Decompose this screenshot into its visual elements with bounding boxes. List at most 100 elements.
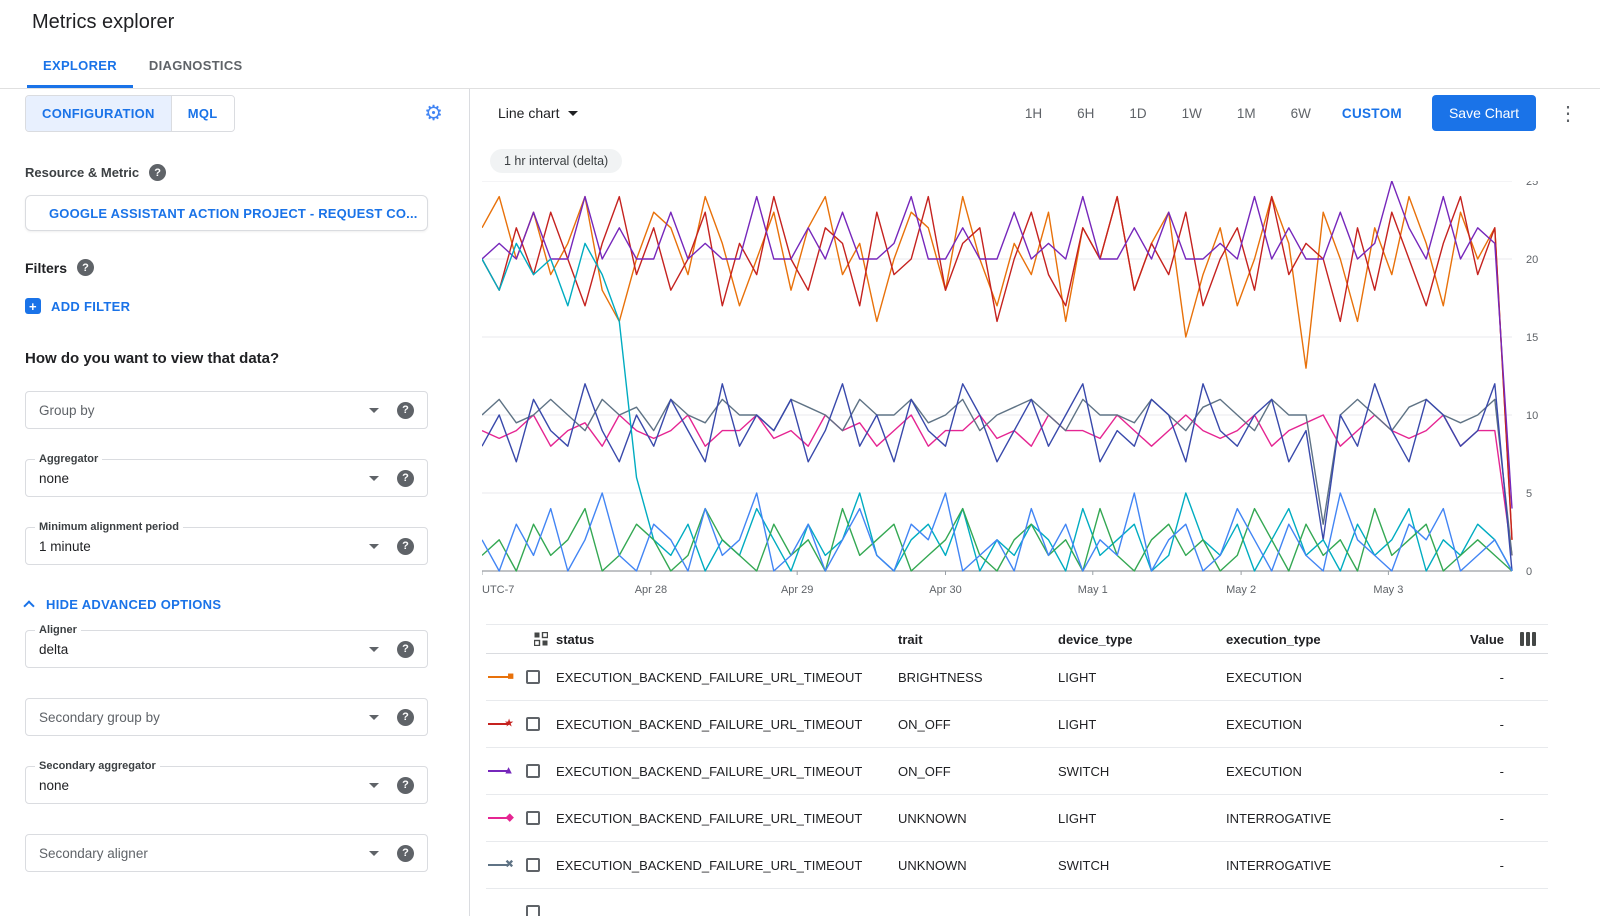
cell-value: - (1426, 764, 1508, 779)
series-key-icon: ◆ (488, 810, 514, 826)
series-key-icon: ✖ (488, 857, 514, 873)
page-title: Metrics explorer (32, 11, 174, 34)
help-icon[interactable]: ? (149, 164, 166, 181)
filters-row: Filters ? (25, 259, 443, 276)
cell-trait: BRIGHTNESS (898, 670, 1058, 685)
svg-text:May 2: May 2 (1226, 584, 1256, 596)
cell-status: EXECUTION_BACKEND_FAILURE_URL_TIMEOUT (556, 858, 898, 873)
row-checkbox[interactable] (526, 764, 540, 778)
legend-grid-icon[interactable] (534, 632, 548, 646)
more-options-button[interactable]: ⋮ (1552, 101, 1584, 126)
help-icon[interactable]: ? (77, 259, 94, 276)
range-1m[interactable]: 1M (1233, 100, 1260, 127)
column-header-device-type[interactable]: device_type (1058, 632, 1226, 647)
table-row: ✖EXECUTION_BACKEND_FAILURE_URL_TIMEOUTUN… (486, 842, 1548, 889)
help-icon[interactable]: ? (397, 402, 414, 419)
resource-metric-label: Resource & Metric (25, 165, 139, 180)
add-filter-button[interactable]: + ADD FILTER (25, 298, 443, 314)
save-chart-button[interactable]: Save Chart (1432, 95, 1536, 131)
help-icon[interactable]: ? (397, 845, 414, 862)
chart-toolbar: Line chart 1H 6H 1D 1W 1M 6W CUSTOM Save Char… (470, 89, 1600, 137)
series-key-icon: ▲ (488, 763, 514, 779)
aligner-label: Aligner (35, 624, 81, 636)
configuration-panel: CONFIGURATION MQL ⚙ Resource & Metric ? … (0, 89, 470, 916)
tab-bar: EXPLORER DIAGNOSTICS (0, 45, 1600, 89)
column-header-trait[interactable]: trait (898, 632, 1058, 647)
table-header: status trait device_type execution_type … (486, 624, 1548, 654)
cell-trait: ON_OFF (898, 717, 1058, 732)
aligner-dropdown[interactable]: Alignerdelta? (25, 630, 428, 668)
chevron-down-icon (369, 647, 379, 652)
aggregator-value: none (39, 471, 69, 486)
chevron-down-icon (369, 851, 379, 856)
main-content: CONFIGURATION MQL ⚙ Resource & Metric ? … (0, 89, 1600, 916)
column-header-execution-type[interactable]: execution_type (1226, 632, 1426, 647)
minimum-alignment-period-dropdown[interactable]: Minimum alignment period1 minute? (25, 527, 428, 565)
series-key-icon: ★ (488, 716, 514, 732)
metric-button-label: GOOGLE ASSISTANT ACTION PROJECT - REQUES… (49, 206, 418, 221)
fields-top: Group by? Aggregatornone? Minimum alignmen… (25, 391, 443, 565)
help-icon[interactable]: ? (397, 641, 414, 658)
svg-text:5: 5 (1526, 488, 1532, 500)
cell-value: - (1426, 717, 1508, 732)
range-1w[interactable]: 1W (1178, 100, 1206, 127)
help-icon[interactable]: ? (397, 538, 414, 555)
cell-device-type: LIGHT (1058, 717, 1226, 732)
cell-execution-type: INTERROGATIVE (1226, 858, 1426, 873)
svg-text:Apr 30: Apr 30 (929, 584, 961, 596)
row-checkbox[interactable] (526, 717, 540, 731)
chevron-down-icon (369, 408, 379, 413)
range-6w[interactable]: 6W (1287, 100, 1315, 127)
fields-advanced: Alignerdelta? Secondary group by? Secondar… (25, 630, 443, 872)
secondary-aggregator-dropdown[interactable]: Secondary aggregatornone? (25, 766, 428, 804)
line-chart: 0510152025UTC-7Apr 28Apr 29Apr 30May 1Ma… (482, 181, 1557, 599)
range-1d[interactable]: 1D (1125, 100, 1150, 127)
range-1h[interactable]: 1H (1021, 100, 1046, 127)
help-icon[interactable]: ? (397, 470, 414, 487)
time-range-group: 1H 6H 1D 1W 1M 6W (1021, 100, 1315, 127)
cell-trait: UNKNOWN (898, 811, 1058, 826)
row-checkbox[interactable] (526, 905, 540, 916)
interval-chip[interactable]: 1 hr interval (delta) (490, 149, 622, 173)
chevron-down-icon (568, 111, 578, 116)
row-checkbox[interactable] (526, 811, 540, 825)
gear-icon[interactable]: ⚙ (424, 103, 443, 124)
svg-text:0: 0 (1526, 566, 1532, 578)
resource-metric-button[interactable]: GOOGLE ASSISTANT ACTION PROJECT - REQUES… (25, 195, 428, 231)
series-key-icon (488, 904, 514, 916)
tab-mql[interactable]: MQL (171, 96, 234, 131)
aggregator-dropdown[interactable]: Aggregatornone? (25, 459, 428, 497)
column-header-value[interactable]: Value (1426, 632, 1508, 647)
cell-device-type: LIGHT (1058, 670, 1226, 685)
secondary-aggregator-value: none (39, 778, 69, 793)
secondary-aligner-dropdown[interactable]: Secondary aligner? (25, 834, 428, 872)
range-custom[interactable]: CUSTOM (1342, 106, 1402, 121)
hide-advanced-options-button[interactable]: HIDE ADVANCED OPTIONS (25, 597, 443, 612)
help-icon[interactable]: ? (397, 709, 414, 726)
cell-status: EXECUTION_BACKEND_FAILURE_URL_TIMEOUT (556, 764, 898, 779)
secondary-aligner-value: Secondary aligner (39, 846, 148, 861)
mode-toggle: CONFIGURATION MQL (25, 95, 235, 132)
svg-text:Apr 29: Apr 29 (781, 584, 813, 596)
column-header-status[interactable]: status (556, 632, 898, 647)
group-by-dropdown[interactable]: Group by? (25, 391, 428, 429)
svg-text:10: 10 (1526, 410, 1538, 422)
tab-configuration[interactable]: CONFIGURATION (26, 96, 171, 131)
app-header: Metrics explorer (0, 0, 1600, 45)
row-checkbox[interactable] (526, 670, 540, 684)
svg-text:15: 15 (1526, 332, 1538, 344)
resource-metric-row: Resource & Metric ? (25, 164, 443, 181)
chart-type-dropdown[interactable]: Line chart (498, 105, 578, 121)
secondary-aggregator-label: Secondary aggregator (35, 760, 160, 772)
columns-icon[interactable] (1520, 632, 1536, 646)
cell-value: - (1426, 811, 1508, 826)
row-checkbox[interactable] (526, 858, 540, 872)
hide-advanced-options-label: HIDE ADVANCED OPTIONS (46, 597, 221, 612)
help-icon[interactable]: ? (397, 777, 414, 794)
range-6h[interactable]: 6H (1073, 100, 1098, 127)
svg-text:UTC-7: UTC-7 (482, 584, 514, 596)
tab-diagnostics[interactable]: DIAGNOSTICS (133, 45, 259, 88)
tab-explorer[interactable]: EXPLORER (27, 45, 133, 88)
secondary-group-by-dropdown[interactable]: Secondary group by? (25, 698, 428, 736)
cell-execution-type: EXECUTION (1226, 764, 1426, 779)
